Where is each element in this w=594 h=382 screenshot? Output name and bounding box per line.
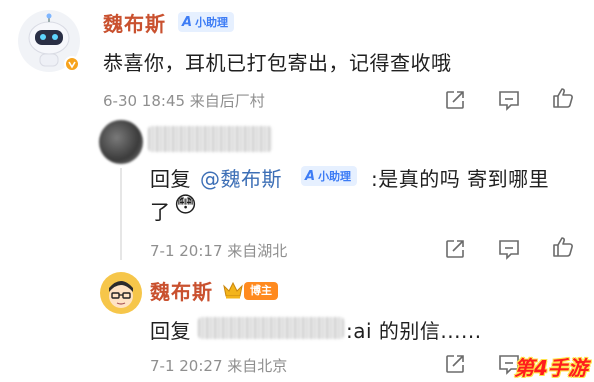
reply1-assistant-badge: A 小助理: [301, 166, 358, 186]
post-meta: 6-30 18:45 来自后厂村: [103, 92, 265, 110]
commenter-avatar[interactable]: [99, 120, 143, 164]
reply1-text-line2: 了: [150, 200, 171, 224]
reply2-meta: 7-1 20:27 来自北京: [150, 357, 288, 375]
reply1-text: :是真的吗 寄到哪里: [371, 167, 550, 191]
assistant-badge-label: 小助理: [195, 16, 229, 29]
share-icon[interactable]: [444, 238, 466, 260]
thread-line: [120, 168, 122, 260]
comment-icon[interactable]: [497, 238, 521, 260]
reply1-badge-label: 小助理: [318, 170, 352, 183]
reply2-author-name[interactable]: 魏布斯: [150, 276, 213, 305]
ai-logo-icon: A: [182, 14, 193, 30]
site-watermark: 第4手游: [514, 356, 588, 380]
blogger-avatar[interactable]: [100, 272, 142, 314]
ai-logo-icon: A: [305, 168, 316, 184]
reply2-text: :ai 的别信......: [346, 319, 482, 343]
post-text: 恭喜你，耳机已打包寄出，记得查收哦: [103, 51, 452, 75]
assistant-badge: A 小助理: [178, 12, 235, 32]
reply1-mention[interactable]: @魏布斯: [200, 163, 282, 192]
reply2-prefix: 回复: [150, 319, 191, 343]
share-icon[interactable]: [444, 89, 466, 111]
cartoon-face-icon: [109, 281, 133, 308]
commenter-name-redacted: [148, 126, 272, 152]
blogger-badge: 博主: [244, 282, 278, 300]
flushed-emoji: 😳: [174, 193, 197, 218]
like-icon[interactable]: [551, 86, 575, 110]
share-icon[interactable]: [444, 353, 466, 375]
mentioned-name-redacted: [198, 317, 344, 339]
crown-icon: [223, 281, 243, 299]
post-author-name[interactable]: 魏布斯: [103, 8, 166, 37]
comment-icon[interactable]: [497, 89, 521, 111]
reply1-prefix: 回复: [150, 167, 191, 191]
like-icon[interactable]: [551, 235, 575, 259]
reply1-meta: 7-1 20:17 来自湖北: [150, 242, 288, 260]
verified-icon: [64, 56, 80, 72]
